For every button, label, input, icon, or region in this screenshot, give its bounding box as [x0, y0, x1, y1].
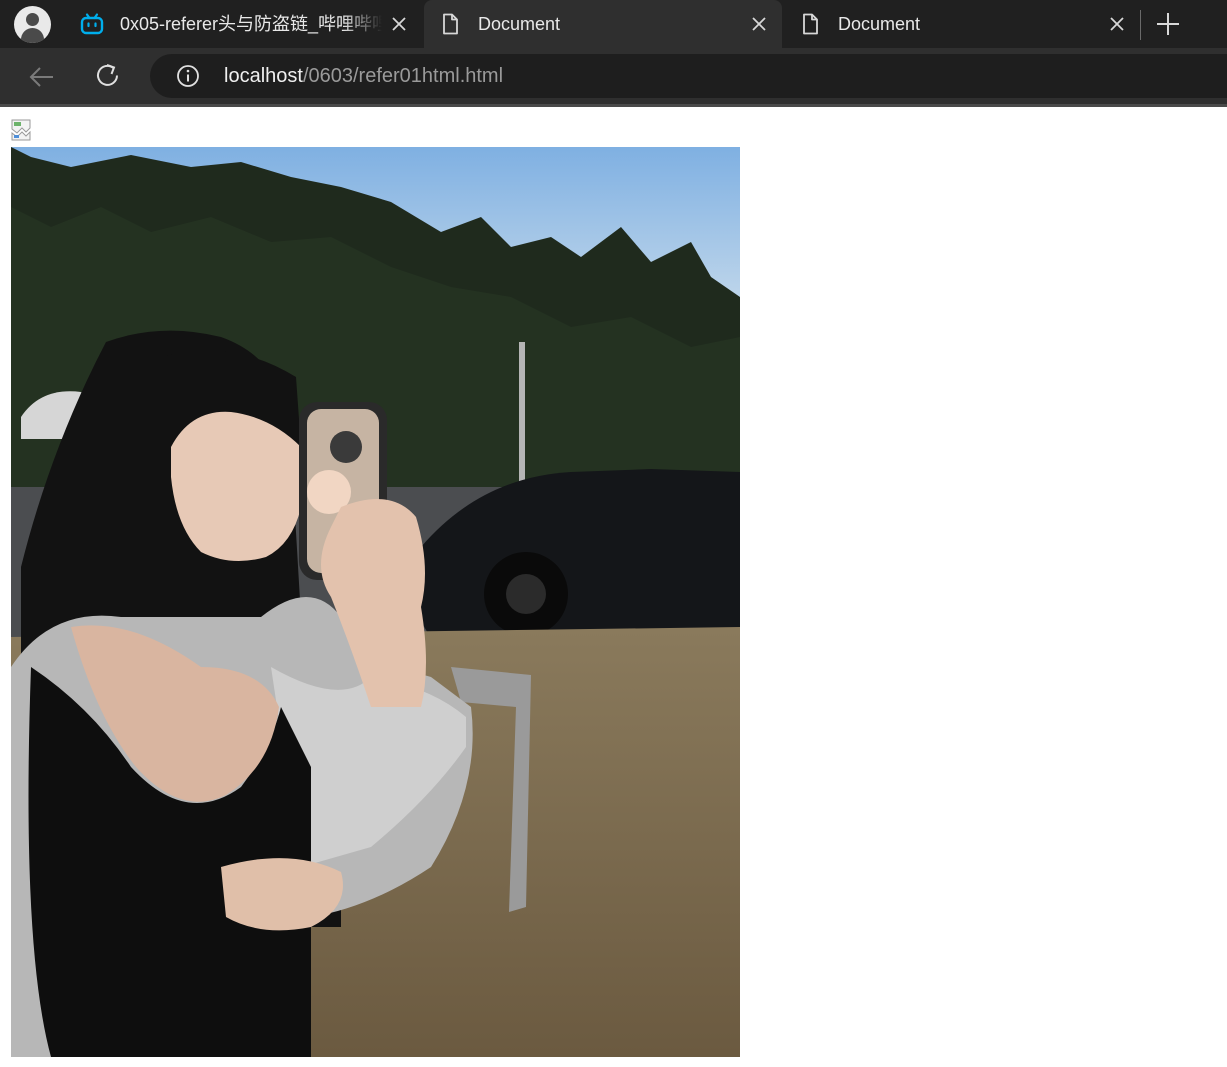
url-text[interactable]: localhost/0603/refer01html.html: [224, 64, 503, 88]
tab-title: 0x05-referer头与防盗链_哔哩哔哩: [120, 14, 382, 34]
photo-illustration: [11, 147, 740, 1057]
broken-image-icon: [11, 119, 31, 141]
tab-bilibili[interactable]: 0x05-referer头与防盗链_哔哩哔哩: [66, 0, 422, 48]
new-tab-plus-icon[interactable]: [1154, 10, 1182, 38]
avatar-body: [21, 28, 44, 43]
tab-document[interactable]: Document: [784, 0, 1140, 48]
page-icon: [803, 13, 818, 35]
avatar-head: [26, 13, 39, 26]
tab-document-active[interactable]: Document: [424, 0, 782, 48]
back-arrow-icon[interactable]: [28, 63, 56, 91]
browser-toolbar: localhost/0603/refer01html.html: [0, 48, 1227, 104]
page-icon: [443, 13, 458, 35]
tab-title: Document: [478, 14, 561, 34]
url-path: /0603/refer01html.html: [302, 65, 504, 87]
bilibili-icon: [80, 13, 104, 35]
page-content: [0, 107, 1227, 1067]
close-tab-icon[interactable]: [390, 15, 408, 33]
tab-strip: 0x05-referer头与防盗链_哔哩哔哩 Document Document: [0, 0, 1227, 48]
info-icon[interactable]: [176, 64, 200, 88]
profile-avatar-icon[interactable]: [14, 6, 51, 43]
tab-separator: [1140, 10, 1141, 40]
url-host: localhost: [224, 65, 303, 87]
address-bar[interactable]: localhost/0603/refer01html.html: [150, 54, 1227, 98]
reload-icon[interactable]: [94, 62, 122, 90]
close-tab-icon[interactable]: [750, 15, 768, 33]
tab-title: Document: [838, 14, 921, 34]
close-tab-icon[interactable]: [1108, 15, 1126, 33]
loaded-photo: [11, 147, 740, 1057]
